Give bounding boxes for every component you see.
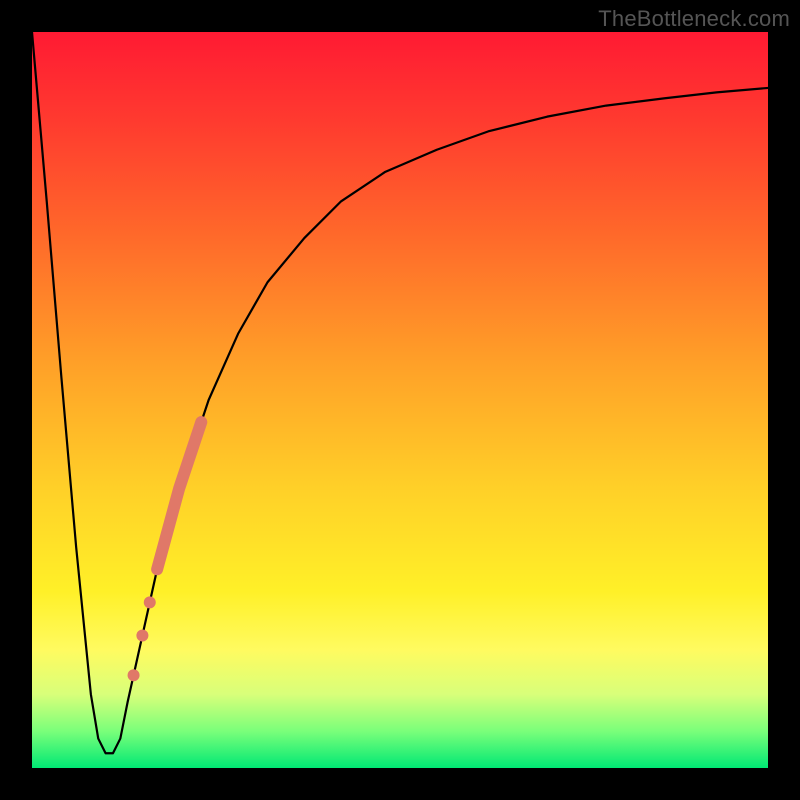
plot-area [32, 32, 768, 768]
watermark-text: TheBottleneck.com [598, 6, 790, 32]
highlight-dot [136, 630, 148, 642]
highlight-dot [144, 596, 156, 608]
bottleneck-curve [32, 32, 768, 753]
highlight-band [157, 422, 201, 569]
curve-svg [32, 32, 768, 768]
highlight-dot [128, 669, 140, 681]
chart-frame: TheBottleneck.com [0, 0, 800, 800]
